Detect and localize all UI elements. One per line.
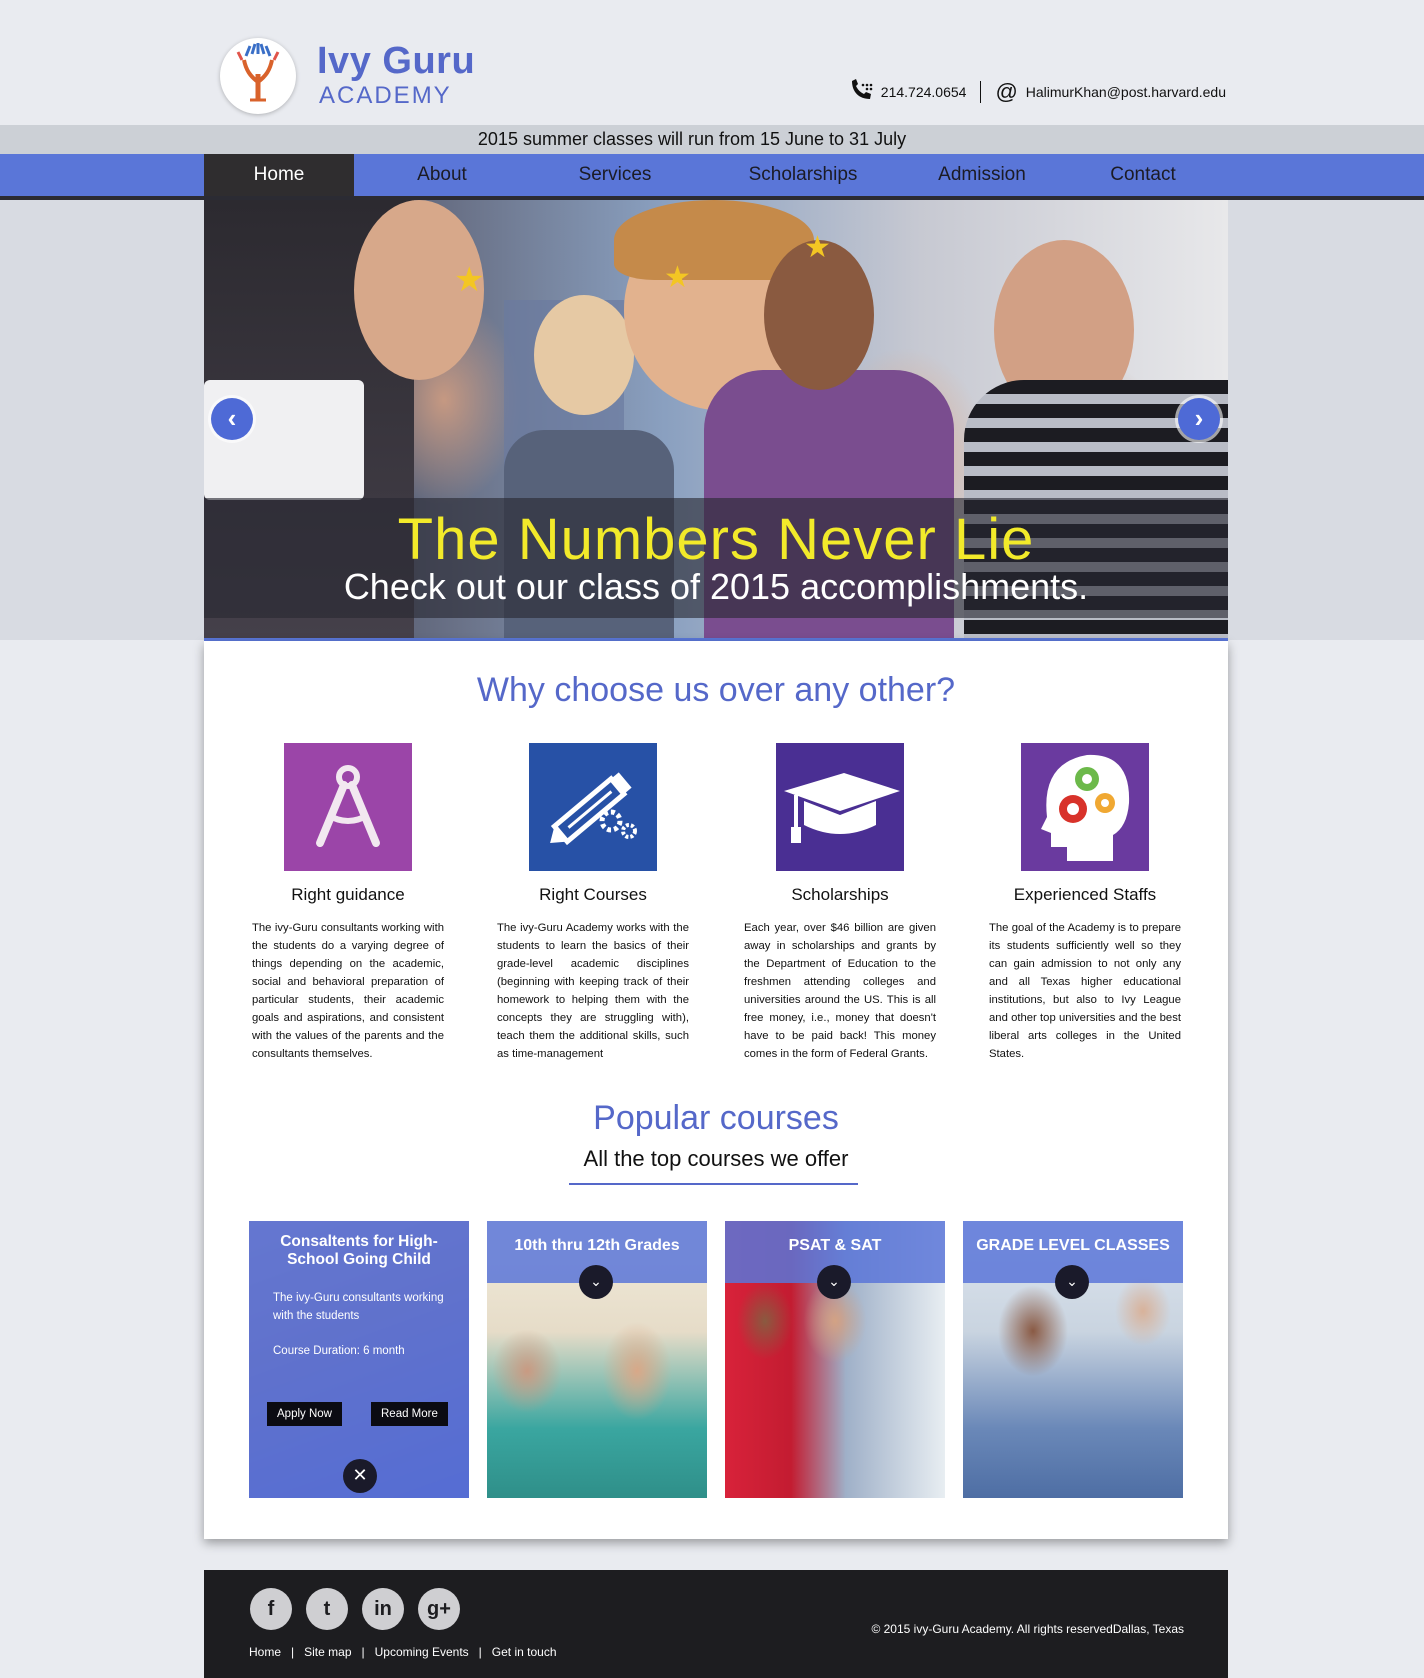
chevron-left-icon: ‹ (227, 403, 237, 433)
feature-right-courses: Right Courses The ivy-Guru Academy works… (497, 743, 689, 1063)
course-title: Consaltents for High-School Going Child (280, 1233, 438, 1268)
logo-title[interactable]: Ivy Guru (317, 40, 475, 83)
course-duration: Course Duration: 6 month (273, 1345, 405, 1357)
hero-caption: The Numbers Never Lie Check out our clas… (204, 498, 1228, 618)
feature-title: Experienced Staffs (1013, 885, 1157, 904)
face-blond-shape (534, 295, 634, 415)
slider-next-button[interactable]: › (1178, 398, 1220, 440)
contact-info: 214.724.0654 @ HalimurKhan@post.harvard.… (849, 78, 1226, 105)
tree-logo-icon (236, 43, 280, 102)
feature-tile (1021, 743, 1149, 871)
compass-icon (316, 765, 380, 847)
feature-tile (284, 743, 412, 871)
star-decoration: ★ (804, 231, 831, 264)
feature-right-guidance: Right guidance The ivy-Guru consultants … (252, 743, 444, 1063)
course-card-psat-sat[interactable]: PSAT & SAT ⌄ (725, 1221, 945, 1498)
phone-number[interactable]: 214.724.0654 (881, 84, 967, 100)
nav-about[interactable]: About (354, 154, 530, 196)
star-decoration: ★ (454, 261, 485, 299)
chevron-right-icon: › (1194, 403, 1204, 433)
hero-title[interactable]: The Numbers Never Lie (204, 506, 1228, 573)
star-decoration: ★ (664, 261, 691, 294)
footer-link-separator: | (361, 1645, 365, 1659)
feature-tile (529, 743, 657, 871)
nav-services[interactable]: Services (530, 154, 700, 196)
read-more-button[interactable]: Read More (371, 1402, 448, 1426)
apply-now-button[interactable]: Apply Now (267, 1402, 342, 1426)
contact-divider (980, 80, 982, 103)
announcement-text: 2015 summer classes will run from 15 Jun… (477, 129, 907, 149)
course-description: The ivy-Guru consultants working with th… (273, 1292, 444, 1322)
footer-links: Home | Site map | Upcoming Events | Get … (249, 1645, 557, 1659)
email-icon: @ (995, 78, 1018, 104)
facebook-icon[interactable]: f (250, 1588, 292, 1630)
email-address[interactable]: HalimurKhan@post.harvard.edu (1026, 84, 1226, 100)
feature-experienced-staffs: Experienced Staffs The goal of the Acade… (989, 743, 1181, 1063)
footer-link-sitemap[interactable]: Site map (304, 1645, 351, 1659)
head-gears-icon (1041, 754, 1130, 861)
twitter-icon[interactable]: t (306, 1588, 348, 1630)
main-content: Why choose us over any other? Right guid… (204, 641, 1228, 1539)
copyright-text: © 2015 ivy-Guru Academy. All rights rese… (871, 1622, 1184, 1636)
nav-scholarships[interactable]: Scholarships (700, 154, 906, 196)
course-card-grade-level[interactable]: GRADE LEVEL CLASSES ⌄ (963, 1221, 1183, 1498)
feature-scholarships: Scholarships Each year, over $46 billion… (744, 743, 936, 1063)
site-footer: f t in g+ Home | Site map | Upcoming Eve… (204, 1570, 1228, 1678)
linkedin-icon[interactable]: in (362, 1588, 404, 1630)
slider-prev-button[interactable]: ‹ (211, 398, 253, 440)
nav-home[interactable]: Home (204, 154, 354, 196)
feature-title: Scholarships (791, 885, 889, 904)
course-card-10th-12th[interactable]: 10th thru 12th Grades ⌄ (487, 1221, 707, 1498)
chevron-down-icon[interactable]: ⌄ (817, 1265, 851, 1299)
main-nav: Home About Services Scholarships Admissi… (0, 154, 1424, 200)
nav-contact[interactable]: Contact (1058, 154, 1228, 196)
site-header: Ivy Guru ACADEMY 214.724.0654 @ HalimurK… (0, 0, 1424, 125)
nav-admission[interactable]: Admission (906, 154, 1058, 196)
footer-link-home[interactable]: Home (249, 1645, 281, 1659)
hero-slider: ★ ★ ★ ‹ › The Numbers Never Lie Check ou… (0, 200, 1424, 640)
feature-text: The goal of the Academy is to prepare it… (989, 922, 1181, 1060)
feature-tile (776, 743, 904, 871)
hero-image: ★ ★ ★ ‹ › The Numbers Never Lie Check ou… (204, 200, 1228, 640)
feature-text: The ivy-Guru Academy works with the stud… (497, 922, 689, 1060)
course-title: GRADE LEVEL CLASSES (976, 1237, 1170, 1254)
logo-subtitle: ACADEMY (319, 82, 452, 109)
feature-title: Right guidance (291, 885, 405, 904)
feature-text: The ivy-Guru consultants working with th… (252, 922, 444, 1060)
course-card-consultants[interactable]: Consaltents for High-School Going Child … (249, 1221, 469, 1498)
popular-underline (569, 1183, 858, 1185)
popular-subtitle: All the top courses we offer (583, 1146, 849, 1171)
close-icon[interactable]: ✕ (343, 1459, 377, 1493)
hero-subtitle[interactable]: Check out our class of 2015 accomplishme… (204, 566, 1228, 608)
feature-text: Each year, over $46 billion are given aw… (744, 922, 936, 1060)
course-title: PSAT & SAT (788, 1237, 882, 1254)
announcement-bar: 2015 summer classes will run from 15 Jun… (0, 125, 1424, 154)
graduation-cap-icon (784, 773, 900, 843)
google-plus-icon[interactable]: g+ (418, 1588, 460, 1630)
footer-link-events[interactable]: Upcoming Events (375, 1645, 469, 1659)
footer-link-contact[interactable]: Get in touch (492, 1645, 557, 1659)
popular-title: Popular courses (593, 1099, 839, 1137)
footer-link-separator: | (478, 1645, 482, 1659)
pencil-gears-icon (550, 772, 637, 846)
logo-mark[interactable] (220, 38, 296, 114)
footer-link-separator: | (291, 1645, 295, 1659)
why-title: Why choose us over any other? (476, 671, 956, 709)
chevron-down-icon[interactable]: ⌄ (579, 1265, 613, 1299)
chevron-down-icon[interactable]: ⌄ (1055, 1265, 1089, 1299)
phone-icon (849, 78, 875, 105)
course-title: 10th thru 12th Grades (514, 1237, 680, 1254)
feature-title: Right Courses (539, 885, 647, 904)
